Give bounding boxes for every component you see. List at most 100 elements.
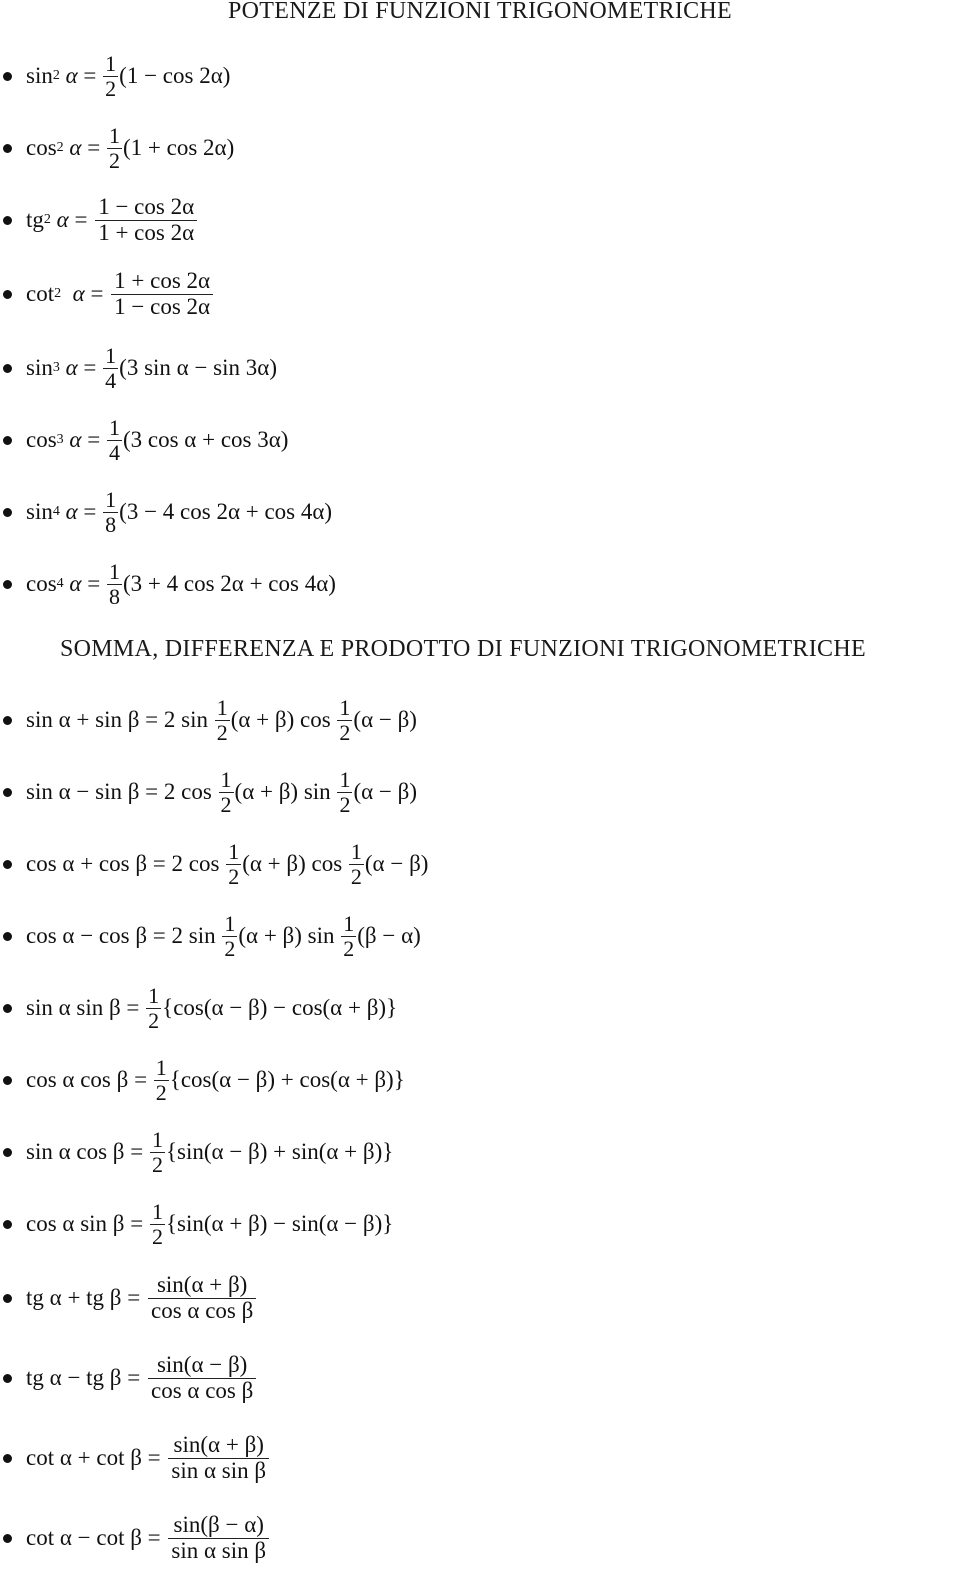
formula-mid: (α + β) cos bbox=[242, 851, 348, 876]
formula-rhs: (3 − 4 cos 2α + cos 4α) bbox=[119, 499, 333, 524]
fraction-denominator: 2 bbox=[149, 1151, 165, 1177]
coefficient-fraction: 18 bbox=[103, 488, 119, 536]
formula-var: α bbox=[65, 355, 78, 380]
fraction-denominator: 2 bbox=[222, 935, 238, 961]
formula-mid: (α + β) sin bbox=[234, 779, 337, 804]
rhs-fraction: sin(β − α) sin α sin β bbox=[168, 1512, 270, 1562]
rhs-fraction: sin(α + β) cos α cos β bbox=[147, 1272, 257, 1322]
bullet-icon bbox=[3, 859, 12, 869]
formula-cot2: cot 2 α = 1 + cos 2α 1 − cos 2α bbox=[0, 264, 215, 324]
fraction-denominator: 4 bbox=[106, 439, 122, 465]
fraction-denominator: cos α cos β bbox=[147, 1377, 257, 1403]
fraction-denominator: 2 bbox=[153, 1079, 169, 1105]
coefficient-fraction: 12 bbox=[106, 124, 122, 173]
formula-sin-sum: sin α + sin β = 2 sin 12 (α + β) cos 12 … bbox=[0, 690, 417, 750]
formula-cos-sum: cos α + cos β = 2 cos 12 (α + β) cos 12 … bbox=[0, 834, 428, 894]
fraction-numerator: 1 bbox=[343, 911, 355, 937]
bullet-icon bbox=[3, 1293, 12, 1303]
formula-lhs: cos α + cos β = 2 cos bbox=[26, 851, 226, 876]
bullet-icon bbox=[3, 1373, 12, 1383]
fraction-numerator: 1 − cos 2α bbox=[98, 194, 195, 220]
formula-end: (α − β) bbox=[353, 707, 417, 732]
formula-mid: (α + β) sin bbox=[238, 923, 341, 948]
bullet-icon bbox=[3, 931, 12, 941]
bullet-icon bbox=[3, 71, 12, 81]
fraction-numerator: sin(α + β) bbox=[156, 1272, 248, 1298]
fraction-numerator: 1 bbox=[339, 695, 351, 721]
coefficient-fraction: 14 bbox=[106, 415, 122, 465]
bullet-icon bbox=[3, 715, 12, 725]
equals-sign: = bbox=[77, 355, 103, 380]
half-fraction: 12 bbox=[149, 1128, 165, 1177]
equals-sign: = bbox=[68, 207, 94, 232]
equals-sign: = bbox=[81, 135, 106, 160]
formula-cos-cos-product: cos α cos β = 12 {cos(α − β) + cos(α + β… bbox=[0, 1050, 405, 1110]
formula-rhs: (3 sin α − sin 3α) bbox=[119, 355, 277, 380]
formula-cot-diff: cot α − cot β = sin(β − α) sin α sin β bbox=[0, 1508, 271, 1568]
fraction-denominator: sin α sin β bbox=[168, 1457, 270, 1483]
fraction-numerator: 1 bbox=[108, 559, 120, 585]
formula-lhs: tg α − tg β = bbox=[26, 1365, 146, 1390]
formula-lhs: sin α sin β = bbox=[26, 995, 146, 1020]
bullet-icon bbox=[3, 1533, 12, 1543]
section-title-sum-diff-product: SOMMA, DIFFERENZA E PRODOTTO DI FUNZIONI… bbox=[60, 636, 866, 662]
formula-lhs: cos α cos β = bbox=[26, 1067, 153, 1092]
formula-lhs-func: cot bbox=[26, 281, 55, 306]
equals-sign: = bbox=[81, 571, 106, 596]
fraction-numerator: 1 bbox=[350, 839, 362, 865]
formula-sin-cos-product: sin α cos β = 12 {sin(α − β) + sin(α + β… bbox=[0, 1122, 393, 1182]
fraction-denominator: 4 bbox=[103, 367, 119, 393]
fraction-numerator: 1 bbox=[151, 1199, 163, 1225]
formula-cos3: cos 3 α = 14 (3 cos α + cos 3α) bbox=[0, 410, 288, 470]
formula-var: α bbox=[56, 207, 69, 232]
formula-lhs-func: sin bbox=[26, 63, 53, 88]
half-fraction: 12 bbox=[341, 911, 357, 960]
fraction-denominator: 1 − cos 2α bbox=[111, 293, 214, 319]
equals-sign: = bbox=[77, 63, 103, 88]
fraction-denominator: 2 bbox=[218, 791, 234, 817]
formula-end: (α − β) bbox=[364, 851, 429, 876]
formula-rhs: (1 + cos 2α) bbox=[122, 135, 235, 160]
formula-sin2: sin 2 α = 12 (1 − cos 2α) bbox=[0, 46, 230, 106]
fraction-denominator: 2 bbox=[106, 147, 122, 173]
fraction-denominator: 8 bbox=[106, 583, 122, 609]
fraction-numerator: 1 bbox=[216, 695, 228, 721]
equals-sign: = bbox=[84, 281, 110, 306]
formula-var: α bbox=[65, 499, 78, 524]
formula-cos4: cos 4 α = 18 (3 + 4 cos 2α + cos 4α) bbox=[0, 554, 336, 614]
rhs-fraction: 1 + cos 2α 1 − cos 2α bbox=[111, 268, 214, 319]
formula-lhs-func: cos bbox=[26, 135, 57, 160]
formula-end: (β − α) bbox=[357, 923, 421, 948]
bullet-icon bbox=[3, 1075, 12, 1085]
formula-lhs: cos α sin β = bbox=[26, 1211, 149, 1236]
formula-cos-sin-product: cos α sin β = 12 {sin(α + β) − sin(α − β… bbox=[0, 1194, 393, 1254]
formula-rhs: (3 cos α + cos 3α) bbox=[122, 427, 289, 452]
fraction-denominator: 2 bbox=[337, 719, 353, 745]
rhs-fraction: 1 − cos 2α 1 + cos 2α bbox=[95, 194, 198, 244]
formula-sin4: sin 4 α = 18 (3 − 4 cos 2α + cos 4α) bbox=[0, 482, 332, 542]
formula-sin-diff: sin α − sin β = 2 cos 12 (α + β) sin 12 … bbox=[0, 762, 417, 822]
formula-var: α bbox=[72, 281, 85, 306]
formula-lhs-func: cos bbox=[26, 571, 57, 596]
bullet-icon bbox=[3, 215, 12, 225]
formula-end: {sin(α − β) + sin(α + β)} bbox=[165, 1139, 394, 1164]
fraction-denominator: 2 bbox=[214, 719, 230, 745]
formula-lhs-func: sin bbox=[26, 355, 53, 380]
fraction-denominator: 2 bbox=[337, 791, 353, 817]
equals-sign: = bbox=[81, 427, 106, 452]
rhs-fraction: sin(α − β) cos α cos β bbox=[147, 1353, 257, 1403]
fraction-numerator: sin(β − α) bbox=[173, 1512, 264, 1538]
fraction-numerator: 1 + cos 2α bbox=[114, 268, 211, 294]
formula-var: α bbox=[69, 571, 82, 596]
bullet-icon bbox=[3, 363, 12, 373]
formula-cos-diff: cos α − cos β = 2 sin 12 (α + β) sin 12 … bbox=[0, 906, 421, 966]
fraction-numerator: 1 bbox=[105, 51, 117, 77]
half-fraction: 12 bbox=[149, 1199, 165, 1248]
coefficient-fraction: 18 bbox=[106, 559, 122, 609]
fraction-numerator: 1 bbox=[108, 415, 120, 441]
fraction-denominator: 2 bbox=[103, 75, 119, 101]
formula-tg-diff: tg α − tg β = sin(α − β) cos α cos β bbox=[0, 1348, 258, 1408]
bullet-icon bbox=[3, 1219, 12, 1229]
formula-rhs: (3 + 4 cos 2α + cos 4α) bbox=[122, 571, 336, 596]
formula-tg-sum: tg α + tg β = sin(α + β) cos α cos β bbox=[0, 1268, 258, 1328]
